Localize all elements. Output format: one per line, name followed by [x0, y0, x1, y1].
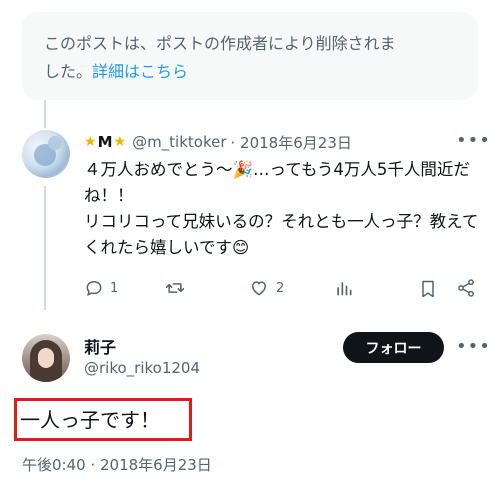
- like-count: 2: [276, 280, 285, 296]
- post-header: ★ M ★ @m_tiktoker · 2018年6月23日: [84, 131, 352, 153]
- views-button[interactable]: [334, 278, 354, 298]
- bookmark-icon: [422, 280, 434, 298]
- avatar[interactable]: [22, 130, 70, 178]
- heart-icon: [251, 281, 267, 296]
- post-date[interactable]: · 2018年6月23日: [231, 132, 352, 153]
- post-timestamp[interactable]: 午後0:40 · 2018年6月23日: [22, 454, 212, 475]
- notice-text-line1: このポストは、ポストの作成者により削除されま: [44, 34, 396, 53]
- analytics-icon: [337, 282, 352, 296]
- user-handle[interactable]: @m_tiktoker: [132, 133, 226, 151]
- more-options-icon[interactable]: •••: [456, 130, 491, 151]
- star-icon: ★: [113, 134, 127, 150]
- avatar[interactable]: [22, 334, 70, 382]
- display-name[interactable]: ★ M ★: [84, 133, 126, 151]
- share-button[interactable]: [456, 278, 476, 298]
- display-name[interactable]: 莉子: [84, 334, 116, 358]
- follow-button[interactable]: フォロー: [343, 332, 444, 363]
- post-text: 一人っ子です！: [20, 408, 160, 432]
- display-name-letter: M: [97, 133, 113, 151]
- deleted-post-notice: このポストは、ポストの作成者により削除されま した。詳細はこちら: [22, 12, 478, 100]
- bookmark-button[interactable]: [418, 278, 438, 300]
- user-handle[interactable]: @riko_riko1204: [84, 359, 200, 377]
- post-actions: 1 2: [84, 278, 480, 304]
- post-text: ４万人おめでとう〜🎉…ってもう4万人5千人間近だね！！ リコリコって兄妹いるの？…: [84, 160, 479, 257]
- star-icon: ★: [84, 134, 97, 150]
- share-icon: [458, 279, 474, 297]
- reply-icon: [86, 280, 102, 297]
- reply-button[interactable]: 1: [84, 278, 118, 298]
- repost-icon: [165, 283, 185, 293]
- repost-button[interactable]: [164, 278, 192, 298]
- reply-count: 1: [110, 280, 119, 296]
- more-options-icon[interactable]: •••: [456, 336, 491, 357]
- like-button[interactable]: 2: [248, 278, 284, 298]
- notice-text-line2: した。: [44, 62, 93, 81]
- learn-more-link[interactable]: 詳細はこちら: [92, 62, 188, 81]
- thread-connector: [44, 186, 46, 310]
- thread-connector: [44, 100, 46, 128]
